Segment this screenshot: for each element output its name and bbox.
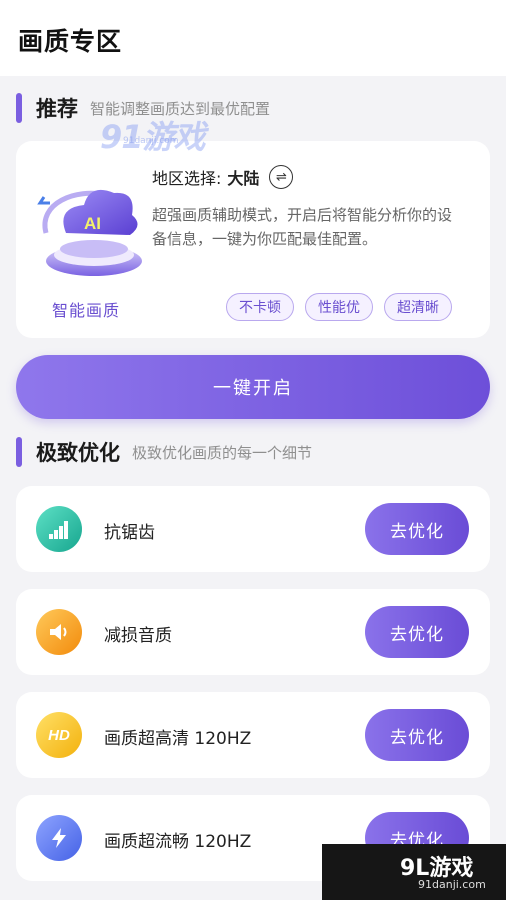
corner-watermark: 9L游戏 91danji.com xyxy=(322,844,506,900)
antialias-icon xyxy=(36,506,82,552)
region-value: 大陆 xyxy=(227,169,260,188)
lightning-icon xyxy=(36,815,82,861)
tag-clarity: 超清晰 xyxy=(384,293,452,321)
optimize-button[interactable]: 去优化 xyxy=(365,709,469,761)
option-label: 减损音质 xyxy=(104,626,172,646)
list-item: HD 画质超高清 120HZ 去优化 xyxy=(16,692,490,778)
region-label: 地区选择: xyxy=(152,169,222,188)
optimize-button[interactable]: 去优化 xyxy=(365,606,469,658)
swap-icon[interactable]: ⇌ xyxy=(269,165,294,189)
watermark-url: 91danji.com xyxy=(123,136,179,146)
option-label: 抗锯齿 xyxy=(104,523,155,543)
feature-tags: 不卡顿 性能优 超清晰 xyxy=(226,293,452,321)
option-label: 画质超高清 120HZ xyxy=(104,729,252,749)
section-accent-bar xyxy=(16,93,22,123)
extreme-title: 极致优化 xyxy=(36,441,120,465)
svg-text:AI: AI xyxy=(84,214,101,233)
extreme-subtitle: 极致优化画质的每一个细节 xyxy=(132,443,313,462)
one-click-start-button[interactable]: 一键开启 xyxy=(16,355,490,419)
watermark-logo: 91游戏 xyxy=(100,118,206,156)
tag-performance: 性能优 xyxy=(305,293,373,321)
recommend-title: 推荐 xyxy=(36,97,78,121)
ai-cloud-icon: AI xyxy=(36,163,152,281)
top-bar: 画质专区 xyxy=(0,0,506,76)
speaker-icon xyxy=(36,609,82,655)
option-label: 画质超流畅 120HZ xyxy=(104,832,252,852)
list-item: 抗锯齿 去优化 xyxy=(16,486,490,572)
ai-caption: 智能画质 xyxy=(52,301,121,320)
region-selector[interactable]: 地区选择: 大陆 ⇌ xyxy=(152,165,294,189)
list-item: 减损音质 去优化 xyxy=(16,589,490,675)
tag-smooth: 不卡顿 xyxy=(226,293,294,321)
page-title: 画质专区 xyxy=(18,27,123,56)
corner-watermark-url: 91danji.com xyxy=(418,878,486,891)
section-accent-bar xyxy=(16,437,22,467)
smart-quality-card: AI 智能画质 地区选择: 大陆 ⇌ 超强画质辅助模式，开启后将智能分析你的设备… xyxy=(16,141,490,338)
optimize-button[interactable]: 去优化 xyxy=(365,503,469,555)
mode-description: 超强画质辅助模式，开启后将智能分析你的设备信息，一键为你匹配最佳配置。 xyxy=(152,206,453,248)
extreme-section-header: 极致优化 极致优化画质的每一个细节 xyxy=(16,436,312,468)
hd-icon: HD xyxy=(36,712,82,758)
